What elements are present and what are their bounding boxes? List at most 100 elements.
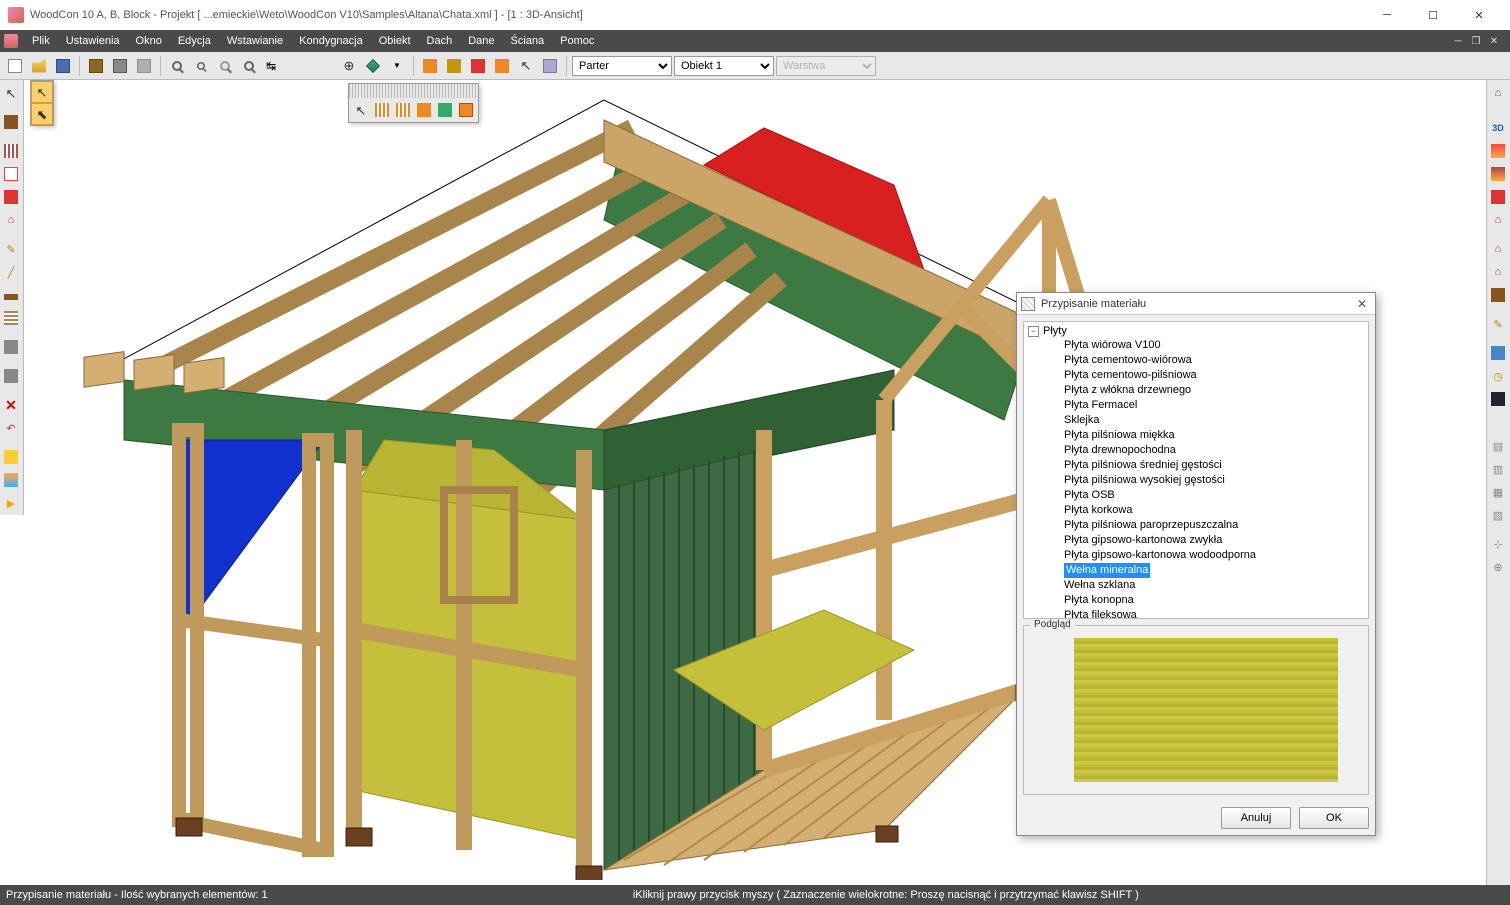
mdi-minimize-button[interactable]: ─ bbox=[1450, 34, 1466, 48]
lt-house-button[interactable]: ⌂ bbox=[0, 209, 22, 231]
new-button[interactable] bbox=[4, 55, 26, 77]
close-button[interactable]: ✕ bbox=[1456, 0, 1502, 30]
rt-align3-button[interactable]: ▦ bbox=[1487, 481, 1509, 503]
fmid-cursor-button[interactable]: ↖ bbox=[351, 100, 371, 120]
fsel-cursor-button[interactable]: ↖ bbox=[31, 81, 53, 103]
tool-d-button[interactable] bbox=[491, 55, 513, 77]
tree-item[interactable]: Płyta pilśniowa średniej gęstości bbox=[1024, 458, 1368, 473]
ok-button[interactable]: OK bbox=[1299, 807, 1369, 829]
fmid-grid2-button[interactable] bbox=[393, 100, 413, 120]
tree-item[interactable]: Płyta fileksowa bbox=[1024, 608, 1368, 619]
save-button[interactable] bbox=[52, 55, 74, 77]
tree-item[interactable]: Wełna mineralna bbox=[1064, 563, 1150, 578]
tool-b-button[interactable] bbox=[443, 55, 465, 77]
lt-misc2-button[interactable] bbox=[0, 365, 22, 387]
tree-item[interactable]: Płyta drewnopochodna bbox=[1024, 443, 1368, 458]
menu-okno[interactable]: Okno bbox=[128, 30, 170, 52]
menu-plik[interactable]: Plik bbox=[24, 30, 58, 52]
menu-kondygnacja[interactable]: Kondygnacja bbox=[291, 30, 371, 52]
menu-wstawianie[interactable]: Wstawianie bbox=[219, 30, 291, 52]
menu-dane[interactable]: Dane bbox=[460, 30, 502, 52]
tree-item[interactable]: Płyta gipsowo-kartonowa zwykła bbox=[1024, 533, 1368, 548]
view-dropdown-button[interactable]: ▼ bbox=[386, 55, 408, 77]
lt-misc1-button[interactable] bbox=[0, 336, 22, 358]
rt-view1-button[interactable] bbox=[1487, 140, 1509, 162]
rt-view3-button[interactable] bbox=[1487, 186, 1509, 208]
tool-a-button[interactable] bbox=[419, 55, 441, 77]
menu-edycja[interactable]: Edycja bbox=[170, 30, 219, 52]
lt-undo-button[interactable]: ↶ bbox=[0, 417, 22, 439]
tree-item[interactable]: Płyta korkowa bbox=[1024, 503, 1368, 518]
rt-align2-button[interactable]: ▥ bbox=[1487, 458, 1509, 480]
material-assign-dialog[interactable]: Przypisanie materiału ✕ − Płyty Płyta wi… bbox=[1016, 292, 1376, 836]
rt-clock-button[interactable]: ◷ bbox=[1487, 365, 1509, 387]
layer-combo[interactable]: Warstwa bbox=[776, 56, 876, 76]
rt-night-button[interactable] bbox=[1487, 388, 1509, 410]
tree-item[interactable]: Płyta z włókna drzewnego bbox=[1024, 383, 1368, 398]
lt-beam-button[interactable] bbox=[0, 284, 22, 306]
rt-snap2-button[interactable]: ⊕ bbox=[1487, 556, 1509, 578]
zoom-fit-button[interactable] bbox=[214, 55, 236, 77]
fmid-grid1-button[interactable] bbox=[372, 100, 392, 120]
floating-selection-toolbar[interactable]: ↖ ⬉ bbox=[30, 80, 54, 126]
rt-pencil-button[interactable]: ✎ bbox=[1487, 313, 1509, 335]
tree-item[interactable]: Sklejka bbox=[1024, 413, 1368, 428]
lt-layer-button[interactable] bbox=[0, 469, 22, 491]
zoom-in-button[interactable] bbox=[166, 55, 188, 77]
lt-select-button[interactable]: ↖ bbox=[0, 82, 22, 104]
tree-item[interactable]: Płyta cementowo-wiórowa bbox=[1024, 353, 1368, 368]
cancel-button[interactable]: Anuluj bbox=[1221, 807, 1291, 829]
rt-view2-button[interactable] bbox=[1487, 163, 1509, 185]
print-button[interactable] bbox=[109, 55, 131, 77]
snap-button[interactable]: ⊕ bbox=[338, 55, 360, 77]
floor-combo[interactable]: Parter bbox=[572, 56, 672, 76]
rt-align1-button[interactable]: ▤ bbox=[1487, 435, 1509, 457]
view3d-button[interactable] bbox=[362, 55, 384, 77]
floating-edit-toolbar[interactable]: ↖ bbox=[348, 83, 479, 123]
lt-play-button[interactable]: ▶ bbox=[0, 492, 22, 514]
material-tree[interactable]: − Płyty Płyta wiórowa V100Płyta cementow… bbox=[1023, 321, 1369, 619]
lt-line-button[interactable]: ╱ bbox=[0, 261, 22, 283]
rt-house3-button[interactable]: ⌂ bbox=[1487, 261, 1509, 283]
rt-snap1-button[interactable]: ⊹ bbox=[1487, 533, 1509, 555]
tree-item[interactable]: Płyta pilśniowa paroprzepuszczalna bbox=[1024, 518, 1368, 533]
lt-pencil-button[interactable]: ✎ bbox=[0, 238, 22, 260]
object-combo[interactable]: Obiekt 1 bbox=[674, 56, 774, 76]
pan-button[interactable]: ↹ bbox=[262, 55, 284, 77]
menu-pomoc[interactable]: Pomoc bbox=[552, 30, 602, 52]
maximize-button[interactable]: ☐ bbox=[1410, 0, 1456, 30]
zoom-window-button[interactable] bbox=[238, 55, 260, 77]
tree-item[interactable]: Płyta pilśniowa miękka bbox=[1024, 428, 1368, 443]
fmid-apply-button[interactable] bbox=[456, 100, 476, 120]
rt-panel-button[interactable] bbox=[1487, 284, 1509, 306]
rt-house1-button[interactable]: ⌂ bbox=[1487, 209, 1509, 231]
menu-obiekt[interactable]: Obiekt bbox=[371, 30, 419, 52]
menu-sciana[interactable]: Ściana bbox=[503, 30, 553, 52]
lt-hatch-button[interactable] bbox=[0, 307, 22, 329]
open-button[interactable] bbox=[28, 55, 50, 77]
lt-cell-button[interactable] bbox=[0, 163, 22, 185]
rt-align4-button[interactable]: ▧ bbox=[1487, 504, 1509, 526]
tree-item[interactable]: Płyta cementowo-pilśniowa bbox=[1024, 368, 1368, 383]
lt-warn-button[interactable] bbox=[0, 446, 22, 468]
tool-f-button[interactable] bbox=[539, 55, 561, 77]
tool-c-button[interactable] bbox=[467, 55, 489, 77]
tree-root-item[interactable]: − Płyty bbox=[1024, 324, 1368, 338]
mdi-close-button[interactable]: ✕ bbox=[1486, 34, 1502, 48]
tree-item[interactable]: Płyta wiórowa V100 bbox=[1024, 338, 1368, 353]
print-preview-button[interactable] bbox=[133, 55, 155, 77]
minimize-button[interactable]: ─ bbox=[1364, 0, 1410, 30]
fsel-pick-button[interactable]: ⬉ bbox=[31, 103, 53, 125]
tool-e-button[interactable]: ↖ bbox=[515, 55, 537, 77]
dialog-titlebar[interactable]: Przypisanie materiału ✕ bbox=[1017, 293, 1375, 315]
rt-import-button[interactable] bbox=[1487, 342, 1509, 364]
mdi-restore-button[interactable]: ❐ bbox=[1468, 34, 1484, 48]
rt-house2-button[interactable]: ⌂ bbox=[1487, 238, 1509, 260]
rt-3d-button[interactable]: 3D bbox=[1487, 117, 1509, 139]
lt-grid-button[interactable] bbox=[0, 140, 22, 162]
tree-collapse-icon[interactable]: − bbox=[1028, 326, 1039, 337]
zoom-out-button[interactable] bbox=[190, 55, 212, 77]
toolbar-grip[interactable] bbox=[349, 84, 478, 98]
fmid-green-button[interactable] bbox=[435, 100, 455, 120]
fmid-grid3-button[interactable] bbox=[414, 100, 434, 120]
